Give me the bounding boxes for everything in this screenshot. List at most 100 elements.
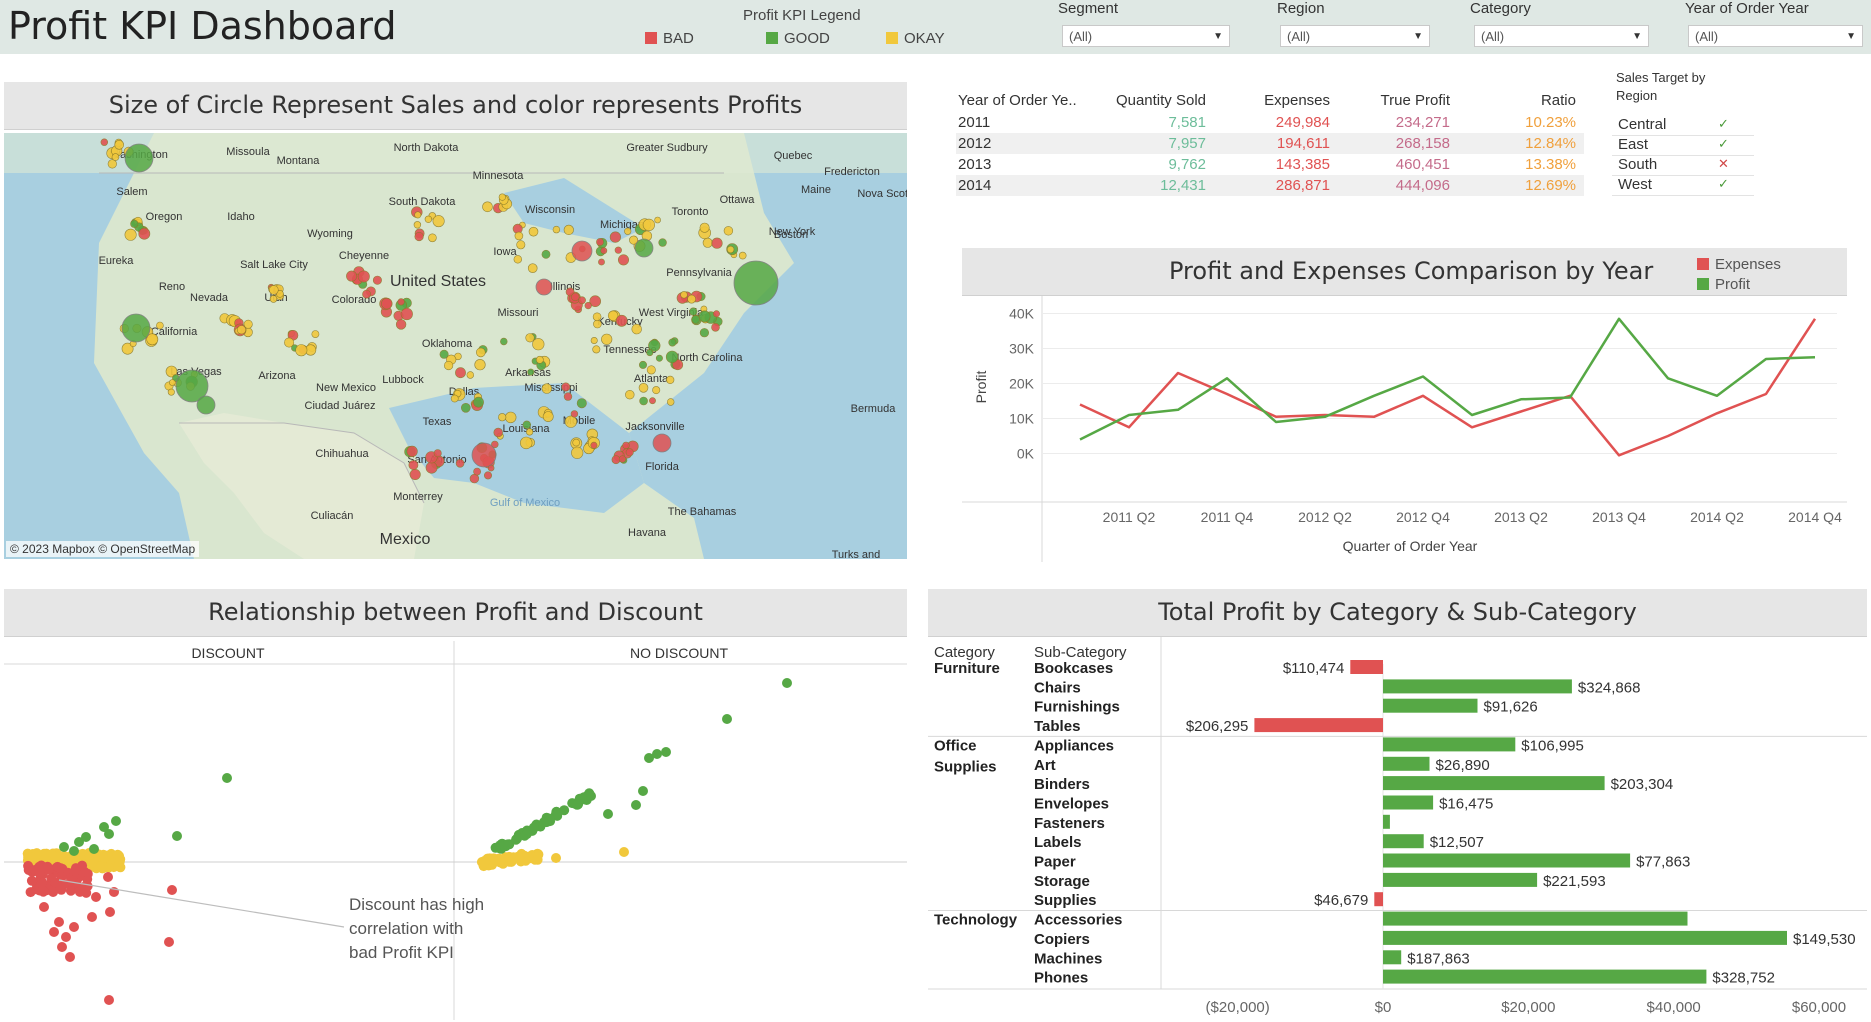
map-city-dot[interactable]	[450, 394, 459, 403]
map-city-dot[interactable]	[666, 398, 675, 406]
map-city-dot[interactable]	[269, 295, 278, 303]
map-city-dot[interactable]	[699, 328, 710, 338]
scatter-point[interactable]	[37, 885, 48, 896]
profit-bar[interactable]	[1383, 814, 1390, 829]
map-big-city-dot[interactable]	[535, 278, 553, 296]
line-legend-profit[interactable]: Profit	[1697, 275, 1781, 295]
scatter-point[interactable]	[61, 932, 71, 942]
map-city-dot[interactable]	[578, 296, 586, 305]
scatter-point[interactable]	[532, 854, 543, 865]
map-city-dot[interactable]	[598, 258, 605, 266]
map-city-dot[interactable]	[268, 285, 279, 295]
map-city-dot[interactable]	[469, 473, 480, 484]
map-city-dot[interactable]	[541, 249, 551, 259]
map-city-dot[interactable]	[622, 441, 630, 450]
profit-bar[interactable]	[1383, 795, 1434, 810]
scatter-point[interactable]	[722, 714, 732, 724]
sales-target-row[interactable]: East ✓	[1612, 135, 1754, 156]
map-big-city-dot[interactable]	[634, 238, 654, 258]
map-city-dot[interactable]	[414, 211, 422, 219]
scatter-point[interactable]	[528, 823, 539, 834]
map-city-dot[interactable]	[638, 383, 649, 393]
subcategory-label[interactable]: Fasteners	[1034, 815, 1105, 832]
map-city-dot[interactable]	[723, 226, 734, 236]
map-city-dot[interactable]	[357, 270, 370, 283]
legend-item-bad[interactable]: BAD	[645, 30, 694, 47]
kpi-table-row[interactable]: 2013 9,762 143,385 460,451 13.38%	[956, 154, 1584, 175]
map-city-dot[interactable]	[408, 460, 419, 470]
segment-filter-dropdown[interactable]: (All) ▼	[1062, 25, 1230, 47]
map-big-city-dot[interactable]	[733, 260, 779, 306]
scatter-point[interactable]	[57, 942, 67, 952]
map-city-dot[interactable]	[624, 227, 632, 235]
map-big-city-dot[interactable]	[121, 313, 151, 343]
scatter-point[interactable]	[48, 887, 59, 897]
scatter-point[interactable]	[34, 864, 45, 875]
legend-item-good[interactable]: GOOD	[766, 30, 830, 47]
map-city-dot[interactable]	[535, 355, 544, 364]
scatter-point[interactable]	[65, 952, 75, 962]
map-city-dot[interactable]	[425, 461, 438, 474]
map-city-dot[interactable]	[346, 270, 358, 282]
profit-by-subcategory-bar-chart[interactable]: Category Sub-Category ($20,000) $0 $20,000 $4…	[928, 637, 1867, 1020]
map-city-dot[interactable]	[639, 396, 648, 406]
scatter-point[interactable]	[515, 856, 526, 867]
map-city-dot[interactable]	[666, 375, 675, 384]
map-city-dot[interactable]	[658, 238, 667, 247]
scatter-point[interactable]	[104, 995, 114, 1005]
scatter-point[interactable]	[574, 793, 585, 804]
scatter-point[interactable]	[59, 842, 69, 852]
scatter-point[interactable]	[54, 917, 64, 927]
sales-target-row[interactable]: South ✕	[1612, 155, 1754, 176]
map-city-dot[interactable]	[483, 471, 492, 480]
map-city-dot[interactable]	[428, 233, 437, 243]
map-city-dot[interactable]	[625, 390, 635, 400]
scatter-point[interactable]	[619, 847, 629, 857]
profit-bar[interactable]	[1383, 834, 1424, 849]
map-city-dot[interactable]	[111, 153, 120, 161]
map-city-dot[interactable]	[413, 221, 422, 229]
map-city-dot[interactable]	[687, 294, 696, 304]
map-city-dot[interactable]	[114, 140, 124, 150]
map-city-dot[interactable]	[590, 441, 598, 449]
map-city-dot[interactable]	[542, 411, 554, 422]
subcategory-label[interactable]: Labels	[1034, 834, 1082, 851]
scatter-point[interactable]	[493, 853, 504, 864]
map-city-dot[interactable]	[236, 325, 247, 335]
scatter-point[interactable]	[782, 678, 792, 688]
map-city-dot[interactable]	[397, 298, 405, 306]
scatter-point[interactable]	[104, 829, 114, 839]
map-city-dot[interactable]	[592, 312, 602, 322]
sales-target-row[interactable]: Central ✓	[1612, 115, 1754, 136]
profit-bar[interactable]	[1383, 969, 1707, 984]
subcategory-label[interactable]: Phones	[1034, 970, 1088, 987]
map-big-city-dot[interactable]	[571, 240, 593, 262]
map-city-dot[interactable]	[593, 319, 602, 329]
scatter-point[interactable]	[172, 831, 182, 841]
map-city-dot[interactable]	[156, 321, 164, 330]
map-city-dot[interactable]	[572, 438, 581, 447]
col-year[interactable]: Year of Order Ye..	[958, 92, 1077, 109]
map-big-city-dot[interactable]	[124, 143, 154, 173]
map-city-dot[interactable]	[498, 413, 507, 422]
profit-bar[interactable]	[1383, 756, 1430, 771]
subcategory-label[interactable]: Envelopes	[1034, 795, 1109, 812]
col-true-profit[interactable]: True Profit	[1340, 92, 1450, 109]
map-city-dot[interactable]	[609, 231, 622, 243]
col-quantity[interactable]: Quantity Sold	[1106, 92, 1206, 109]
map-city-dot[interactable]	[698, 310, 711, 323]
map-city-dot[interactable]	[570, 410, 579, 418]
legend-item-okay[interactable]: OKAY	[886, 30, 945, 47]
map-city-dot[interactable]	[614, 246, 622, 254]
map-city-dot[interactable]	[689, 307, 698, 316]
map-city-dot[interactable]	[505, 411, 517, 424]
profit-discount-scatter[interactable]: DISCOUNT NO DISCOUNT Discount has high corr…	[4, 637, 907, 1020]
map-city-dot[interactable]	[655, 354, 663, 362]
scatter-point[interactable]	[559, 805, 570, 816]
map-city-dot[interactable]	[500, 337, 508, 346]
scatter-point[interactable]	[586, 791, 596, 801]
sales-profit-map[interactable]: WashingtonMissoulaMontanaNorth DakotaGre…	[4, 133, 907, 559]
map-city-dot[interactable]	[516, 240, 526, 250]
map-city-dot[interactable]	[564, 415, 578, 428]
subcategory-label[interactable]: Appliances	[1034, 737, 1114, 754]
